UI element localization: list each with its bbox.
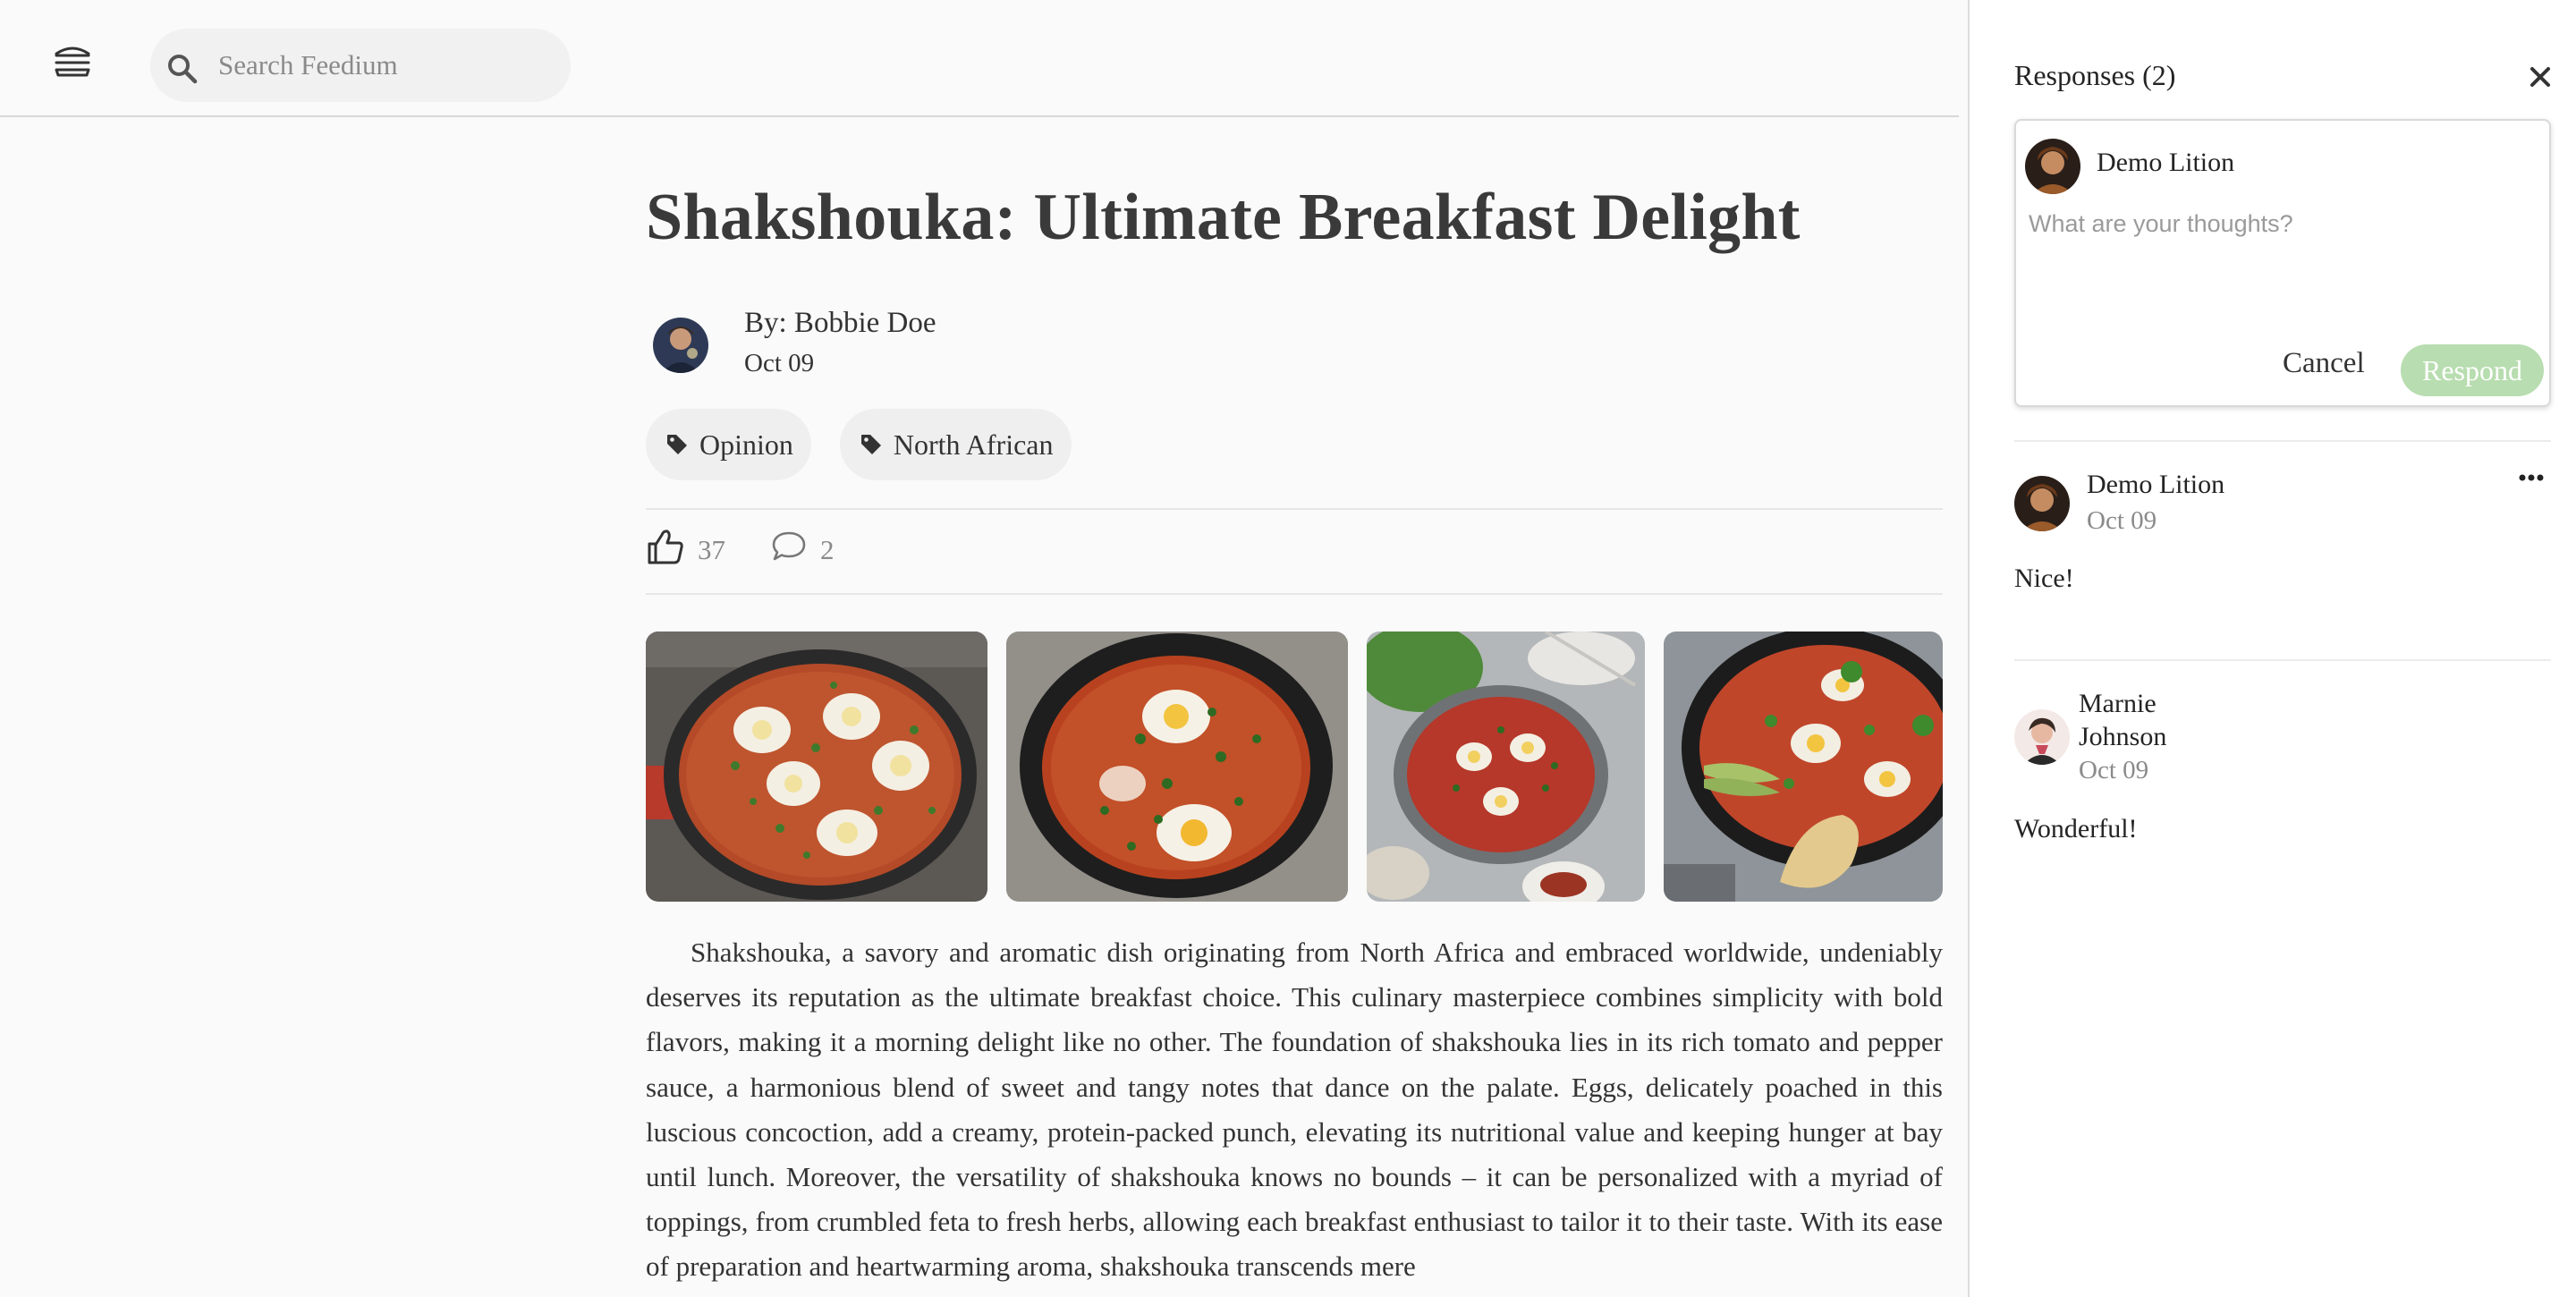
thumbs-up-icon bbox=[646, 528, 685, 572]
response-date: Oct 09 bbox=[2079, 756, 2149, 784]
top-bar bbox=[0, 0, 1959, 117]
search-box[interactable] bbox=[150, 29, 571, 102]
response-author[interactable]: Demo Lition bbox=[2087, 468, 2224, 501]
tag-label: North African bbox=[893, 428, 1054, 461]
avatar[interactable] bbox=[2014, 709, 2070, 765]
tag-label: Opinion bbox=[699, 428, 793, 461]
tag-opinion[interactable]: Opinion bbox=[646, 409, 811, 480]
divider bbox=[2014, 440, 2551, 442]
divider bbox=[646, 593, 1943, 595]
shakshouka-pan-photo[interactable] bbox=[1367, 632, 1645, 902]
article-body: Shakshouka, a savory and aromatic dish o… bbox=[646, 937, 1943, 1283]
close-icon[interactable] bbox=[2524, 61, 2556, 93]
responses-panel: Responses (2) Demo Lition Cancel Respond bbox=[1968, 0, 2576, 1297]
publish-date: Oct 09 bbox=[744, 349, 815, 377]
burger-menu-icon[interactable] bbox=[50, 43, 95, 82]
response-author[interactable]: Marnie Johnson bbox=[2079, 687, 2166, 753]
divider bbox=[2014, 659, 2551, 661]
response-composer: Demo Lition Cancel Respond bbox=[2014, 119, 2551, 407]
like-button[interactable]: 37 bbox=[646, 528, 725, 572]
image-gallery bbox=[646, 632, 1943, 902]
tag-list: Opinion North African bbox=[646, 409, 1072, 480]
shakshouka-skillet-photo[interactable] bbox=[646, 632, 987, 902]
comment-button[interactable]: 2 bbox=[770, 530, 835, 571]
cancel-button[interactable]: Cancel bbox=[2283, 347, 2365, 380]
tag-north-african[interactable]: North African bbox=[839, 409, 1072, 480]
search-icon bbox=[163, 49, 202, 89]
respond-button[interactable]: Respond bbox=[2401, 344, 2544, 396]
avatar bbox=[2025, 139, 2080, 194]
author-name[interactable]: By: Bobbie Doe bbox=[744, 307, 936, 340]
shakshouka-avocado-photo[interactable] bbox=[1664, 632, 1943, 902]
response-author-first: Marnie bbox=[2079, 689, 2157, 718]
response-input[interactable] bbox=[2029, 210, 2538, 309]
response-text: Nice! bbox=[2014, 564, 2074, 593]
comment-count: 2 bbox=[820, 534, 835, 565]
avatar[interactable] bbox=[2014, 476, 2070, 531]
comment-bubble-icon bbox=[770, 530, 808, 571]
tag-icon bbox=[664, 431, 691, 458]
article-stats: 37 2 bbox=[646, 528, 835, 572]
author-avatar[interactable] bbox=[653, 318, 708, 373]
response-author-last: Johnson bbox=[2079, 722, 2167, 751]
composer-user-name: Demo Lition bbox=[2097, 148, 2235, 177]
tag-icon bbox=[858, 431, 885, 458]
response-date: Oct 09 bbox=[2087, 506, 2157, 535]
article-title: Shakshouka: Ultimate Breakfast Delight bbox=[646, 181, 1801, 254]
shakshouka-cast-iron-photo[interactable] bbox=[1006, 632, 1348, 902]
like-count: 37 bbox=[698, 534, 725, 565]
more-options-icon[interactable] bbox=[2515, 467, 2547, 488]
response-text: Wonderful! bbox=[2014, 814, 2138, 843]
search-input[interactable] bbox=[218, 29, 558, 102]
divider bbox=[646, 508, 1943, 510]
responses-title: Responses (2) bbox=[2014, 59, 2176, 91]
